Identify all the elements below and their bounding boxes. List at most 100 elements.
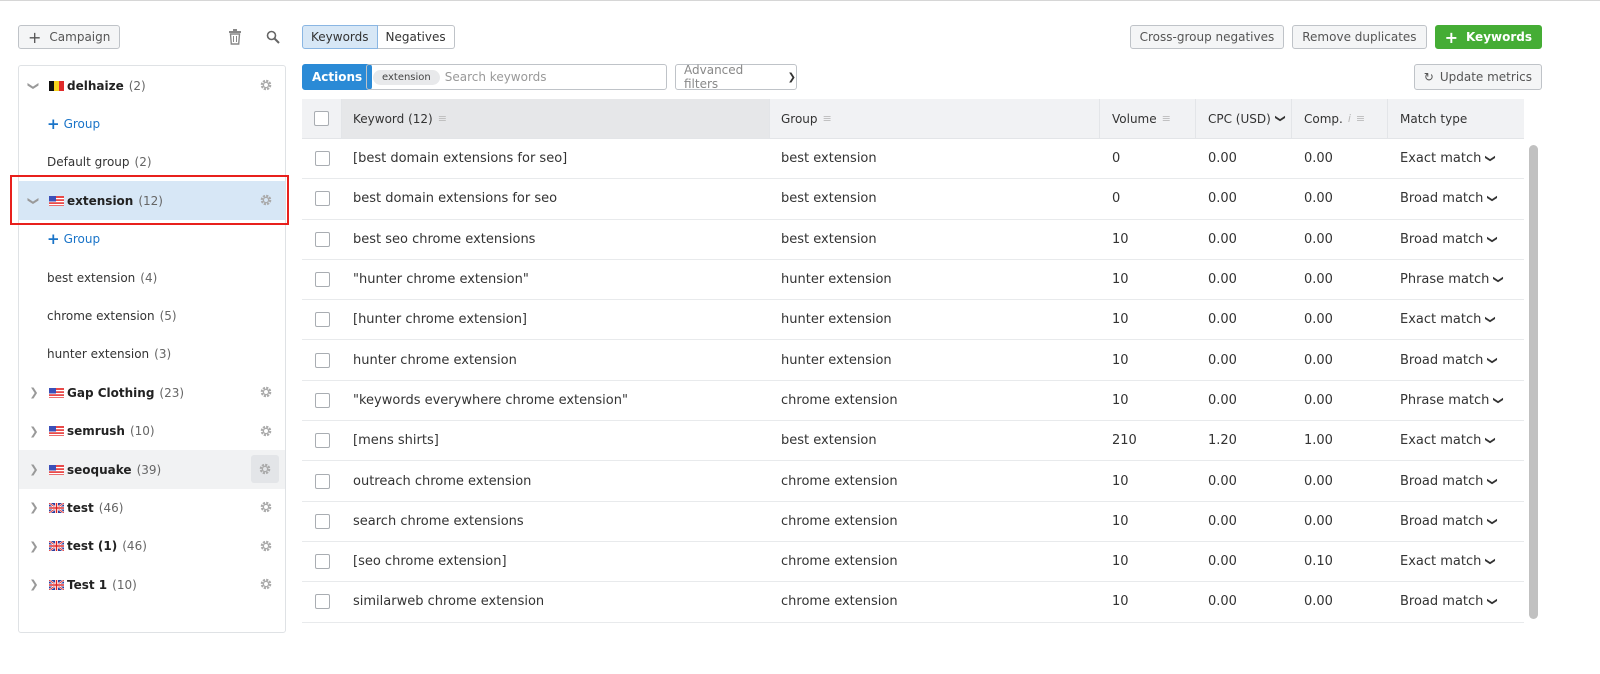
row-checkbox[interactable] [314, 513, 330, 529]
chevron-down-icon[interactable]: ❯ [28, 81, 41, 91]
row-checkbox[interactable] [314, 392, 330, 408]
trash-icon[interactable] [228, 29, 242, 45]
search-input[interactable] [444, 70, 666, 84]
chevron-right-icon[interactable]: ❯ [29, 578, 39, 591]
gear-icon[interactable] [259, 78, 273, 92]
gear-icon[interactable] [259, 385, 273, 399]
cpc-cell: 0.00 [1208, 352, 1237, 368]
group-item[interactable]: best extension (4) [19, 258, 285, 297]
select-all-checkbox[interactable] [314, 111, 329, 126]
row-checkbox[interactable] [314, 191, 330, 207]
sort-icon: ≡ [437, 112, 447, 125]
match-type-dropdown[interactable]: Broad match ❯ [1388, 220, 1524, 259]
add-group-link[interactable]: + Group [19, 104, 285, 143]
column-group[interactable]: Group ≡ [770, 99, 1100, 138]
match-type-dropdown[interactable]: Phrase match ❯ [1388, 381, 1524, 420]
match-type-dropdown[interactable]: Broad match ❯ [1388, 179, 1524, 218]
keyword-search-box[interactable]: extension [366, 64, 667, 90]
column-comp-label: Comp. [1304, 111, 1343, 126]
match-type-dropdown[interactable]: Exact match ❯ [1388, 421, 1524, 460]
cpc-cell: 0.00 [1208, 473, 1237, 489]
row-checkbox[interactable] [314, 594, 330, 610]
advanced-filters-dropdown[interactable]: Advanced filters ❯ [675, 63, 797, 91]
search-filter-chip[interactable]: extension [373, 69, 440, 85]
plus-icon: + [47, 114, 60, 133]
campaign-item[interactable]: ❯ Gap Clothing (23) [19, 373, 285, 412]
chevron-down-icon: ❯ [1487, 517, 1499, 526]
match-type-dropdown[interactable]: Exact match ❯ [1388, 139, 1524, 178]
chevron-right-icon[interactable]: ❯ [29, 386, 39, 399]
match-type-dropdown[interactable]: Exact match ❯ [1388, 542, 1524, 581]
match-type-dropdown[interactable]: Broad match ❯ [1388, 582, 1524, 621]
campaign-item[interactable]: ❯ test (1) (46) [19, 527, 285, 566]
row-checkbox[interactable] [314, 312, 330, 328]
comp-cell: 0.00 [1304, 272, 1333, 288]
remove-duplicates-button[interactable]: Remove duplicates [1292, 25, 1427, 49]
comp-cell: 0.00 [1304, 312, 1333, 328]
add-campaign-button[interactable]: + Campaign [18, 25, 121, 49]
sort-icon: ≡ [822, 112, 832, 125]
gear-icon[interactable] [259, 539, 273, 553]
chevron-down-icon: ❯ [1493, 396, 1505, 405]
campaign-item[interactable]: ❯ seoquake (39) [19, 450, 285, 489]
row-checkbox[interactable] [314, 433, 330, 449]
group-count: (2) [134, 155, 152, 170]
group-item[interactable]: chrome extension (5) [19, 296, 285, 335]
row-checkbox[interactable] [314, 272, 330, 288]
chevron-down-icon: ❯ [1493, 275, 1505, 284]
column-volume[interactable]: Volume ≡ [1100, 99, 1196, 138]
flag-uk-icon [49, 502, 64, 513]
comp-cell: 0.00 [1304, 231, 1333, 247]
actions-button[interactable]: Actions [302, 64, 373, 90]
update-metrics-button[interactable]: ↻ Update metrics [1413, 64, 1542, 90]
match-type-dropdown[interactable]: Broad match ❯ [1388, 340, 1524, 379]
volume-cell: 10 [1112, 231, 1129, 247]
match-type-dropdown[interactable]: Exact match ❯ [1388, 300, 1524, 339]
search-icon[interactable] [266, 30, 280, 44]
match-type-dropdown[interactable]: Phrase match ❯ [1388, 260, 1524, 299]
chevron-right-icon[interactable]: ❯ [29, 501, 39, 514]
gear-icon[interactable] [259, 577, 273, 591]
row-checkbox[interactable] [314, 473, 330, 489]
row-checkbox-cell [302, 139, 342, 178]
campaign-item[interactable]: ❯ delhaize (2) [19, 66, 285, 105]
plus-icon: + [28, 27, 42, 47]
scrollbar-thumb[interactable] [1529, 145, 1538, 619]
group-cell: hunter extension [781, 312, 892, 328]
group-item[interactable]: hunter extension (3) [19, 335, 285, 374]
row-checkbox[interactable] [314, 151, 330, 167]
chevron-right-icon[interactable]: ❯ [29, 540, 39, 553]
table-row: outreach chrome extension chrome extensio… [302, 461, 1524, 502]
table-row: best seo chrome extensions best extension… [302, 220, 1524, 260]
tab-negatives[interactable]: Negatives [377, 25, 455, 49]
match-type-dropdown[interactable]: Broad match ❯ [1388, 502, 1524, 541]
campaign-tree: ❯ delhaize (2) + Group Default group (2) ❯ exten… [18, 65, 286, 633]
volume-cell: 0 [1112, 191, 1121, 207]
campaign-item[interactable]: ❯ semrush (10) [19, 412, 285, 451]
tab-keywords[interactable]: Keywords [302, 25, 378, 49]
column-cpc[interactable]: CPC (USD) ❯ [1196, 99, 1292, 138]
column-comp[interactable]: Comp. i ≡ [1292, 99, 1388, 138]
chevron-right-icon[interactable]: ❯ [29, 463, 39, 476]
cross-group-negatives-button[interactable]: Cross-group negatives [1129, 25, 1285, 49]
gear-icon[interactable] [258, 462, 272, 476]
campaign-item[interactable]: ❯ test (46) [19, 488, 285, 527]
row-checkbox-cell [302, 461, 342, 500]
column-keyword[interactable]: Keyword (12) ≡ [342, 99, 770, 138]
add-keywords-button[interactable]: + Keywords [1434, 25, 1542, 49]
chevron-down-icon: ❯ [1487, 597, 1499, 607]
campaign-item[interactable]: ❯ Test 1 (10) [19, 565, 285, 604]
row-checkbox[interactable] [314, 352, 330, 368]
campaign-settings-button[interactable] [251, 455, 279, 483]
row-checkbox[interactable] [314, 231, 330, 247]
table-row: [best domain extensions for seo] best ext… [302, 139, 1524, 180]
row-checkbox[interactable] [314, 554, 330, 570]
info-icon[interactable]: i [1348, 112, 1351, 125]
chevron-right-icon[interactable]: ❯ [29, 425, 39, 438]
add-group-link[interactable]: + Group [19, 220, 285, 259]
keyword-cell: [hunter chrome extension] [353, 312, 528, 328]
gear-icon[interactable] [259, 424, 273, 438]
gear-icon[interactable] [259, 500, 273, 514]
match-type-dropdown[interactable]: Broad match ❯ [1388, 461, 1524, 500]
table-scrollbar[interactable] [1526, 141, 1540, 623]
